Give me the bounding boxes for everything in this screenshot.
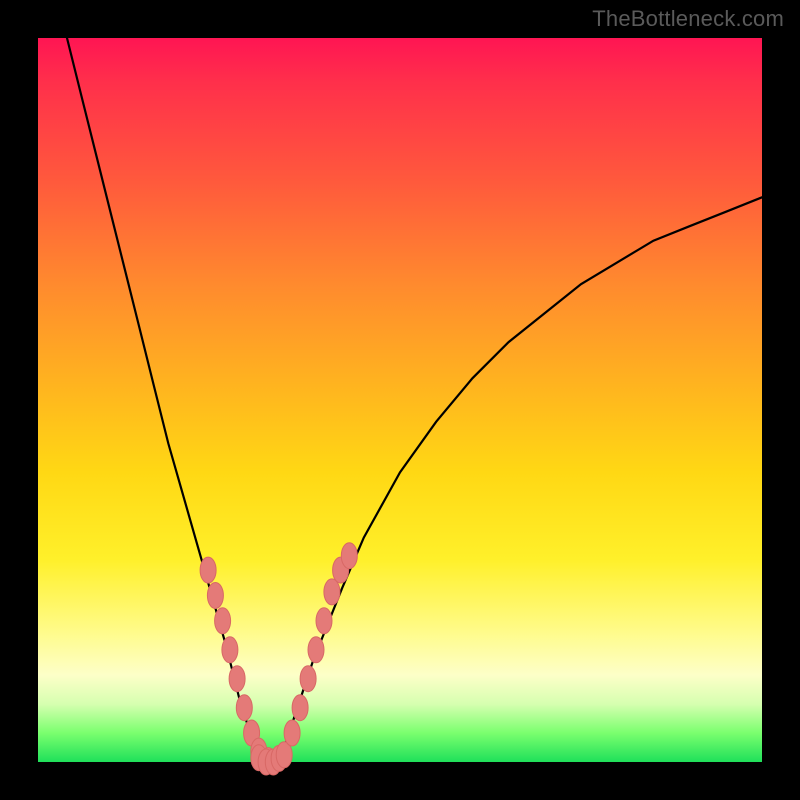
- curve-marker: [341, 543, 357, 569]
- curve-marker: [200, 557, 216, 583]
- curve-marker: [215, 608, 231, 634]
- curve-marker: [236, 695, 252, 721]
- bottleneck-curve-svg: [38, 38, 762, 762]
- bottleneck-curve-path: [67, 38, 762, 762]
- curve-marker: [207, 583, 223, 609]
- curve-markers: [200, 543, 357, 775]
- curve-marker: [292, 695, 308, 721]
- curve-marker: [222, 637, 238, 663]
- watermark-text: TheBottleneck.com: [592, 6, 784, 32]
- chart-frame: TheBottleneck.com: [0, 0, 800, 800]
- curve-marker: [229, 666, 245, 692]
- curve-marker: [284, 720, 300, 746]
- curve-marker: [300, 666, 316, 692]
- curve-marker: [324, 579, 340, 605]
- plot-area: [38, 38, 762, 762]
- curve-marker: [316, 608, 332, 634]
- curve-marker: [308, 637, 324, 663]
